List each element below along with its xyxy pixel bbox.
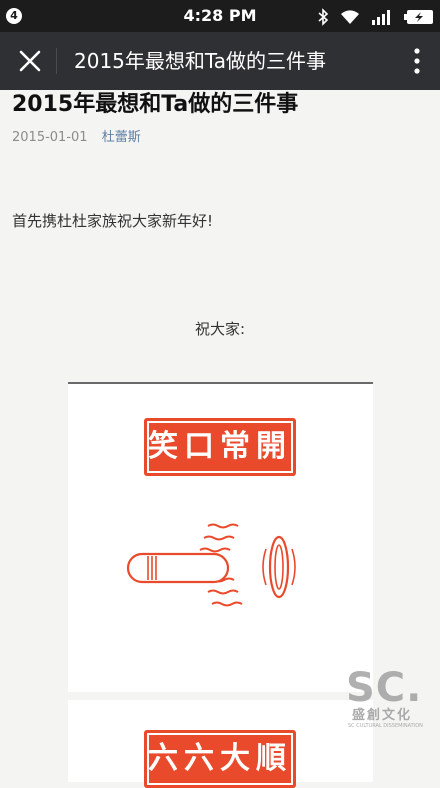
app-bar: 2015年最想和Ta做的三件事 (0, 32, 440, 90)
more-options-button[interactable] (412, 46, 422, 76)
image-sign-1: 笑口常開 (144, 418, 296, 476)
article-date: 2015-01-01 (12, 130, 88, 145)
watermark-sc: SC. (346, 665, 423, 711)
article-image-2[interactable]: 六六大順 (68, 700, 373, 788)
bluetooth-icon (318, 7, 328, 26)
close-icon (19, 50, 41, 72)
image-sign-2: 六六大順 (144, 730, 296, 788)
app-bar-divider (56, 48, 57, 74)
signal-icon (371, 9, 390, 25)
author-link[interactable]: 杜蕾斯 (102, 130, 141, 145)
watermark-english: SC CULTURAL DISSEMINATION (348, 723, 423, 729)
battery-icon (404, 9, 433, 24)
watermark-logo: SC. 盛創文化 SC CULTURAL DISSEMINATION (346, 668, 426, 744)
article-meta: 2015-01-01 杜蕾斯 (12, 129, 141, 147)
article-centered-line: 祝大家: (194, 320, 246, 338)
condom-illustration (126, 523, 296, 607)
status-bar: 4 4:28 PM (0, 0, 440, 32)
wifi-icon (340, 9, 359, 24)
status-icons (311, 6, 434, 26)
article-image-1[interactable]: 笑口常開 (68, 382, 373, 692)
article-title: 2015年最想和Ta做的三件事 (12, 92, 299, 117)
more-vert-icon (414, 48, 420, 74)
app-bar-title: 2015年最想和Ta做的三件事 (74, 49, 327, 73)
article-paragraph: 首先携杜杜家族祝大家新年好! (12, 212, 214, 230)
close-button[interactable] (12, 43, 48, 79)
